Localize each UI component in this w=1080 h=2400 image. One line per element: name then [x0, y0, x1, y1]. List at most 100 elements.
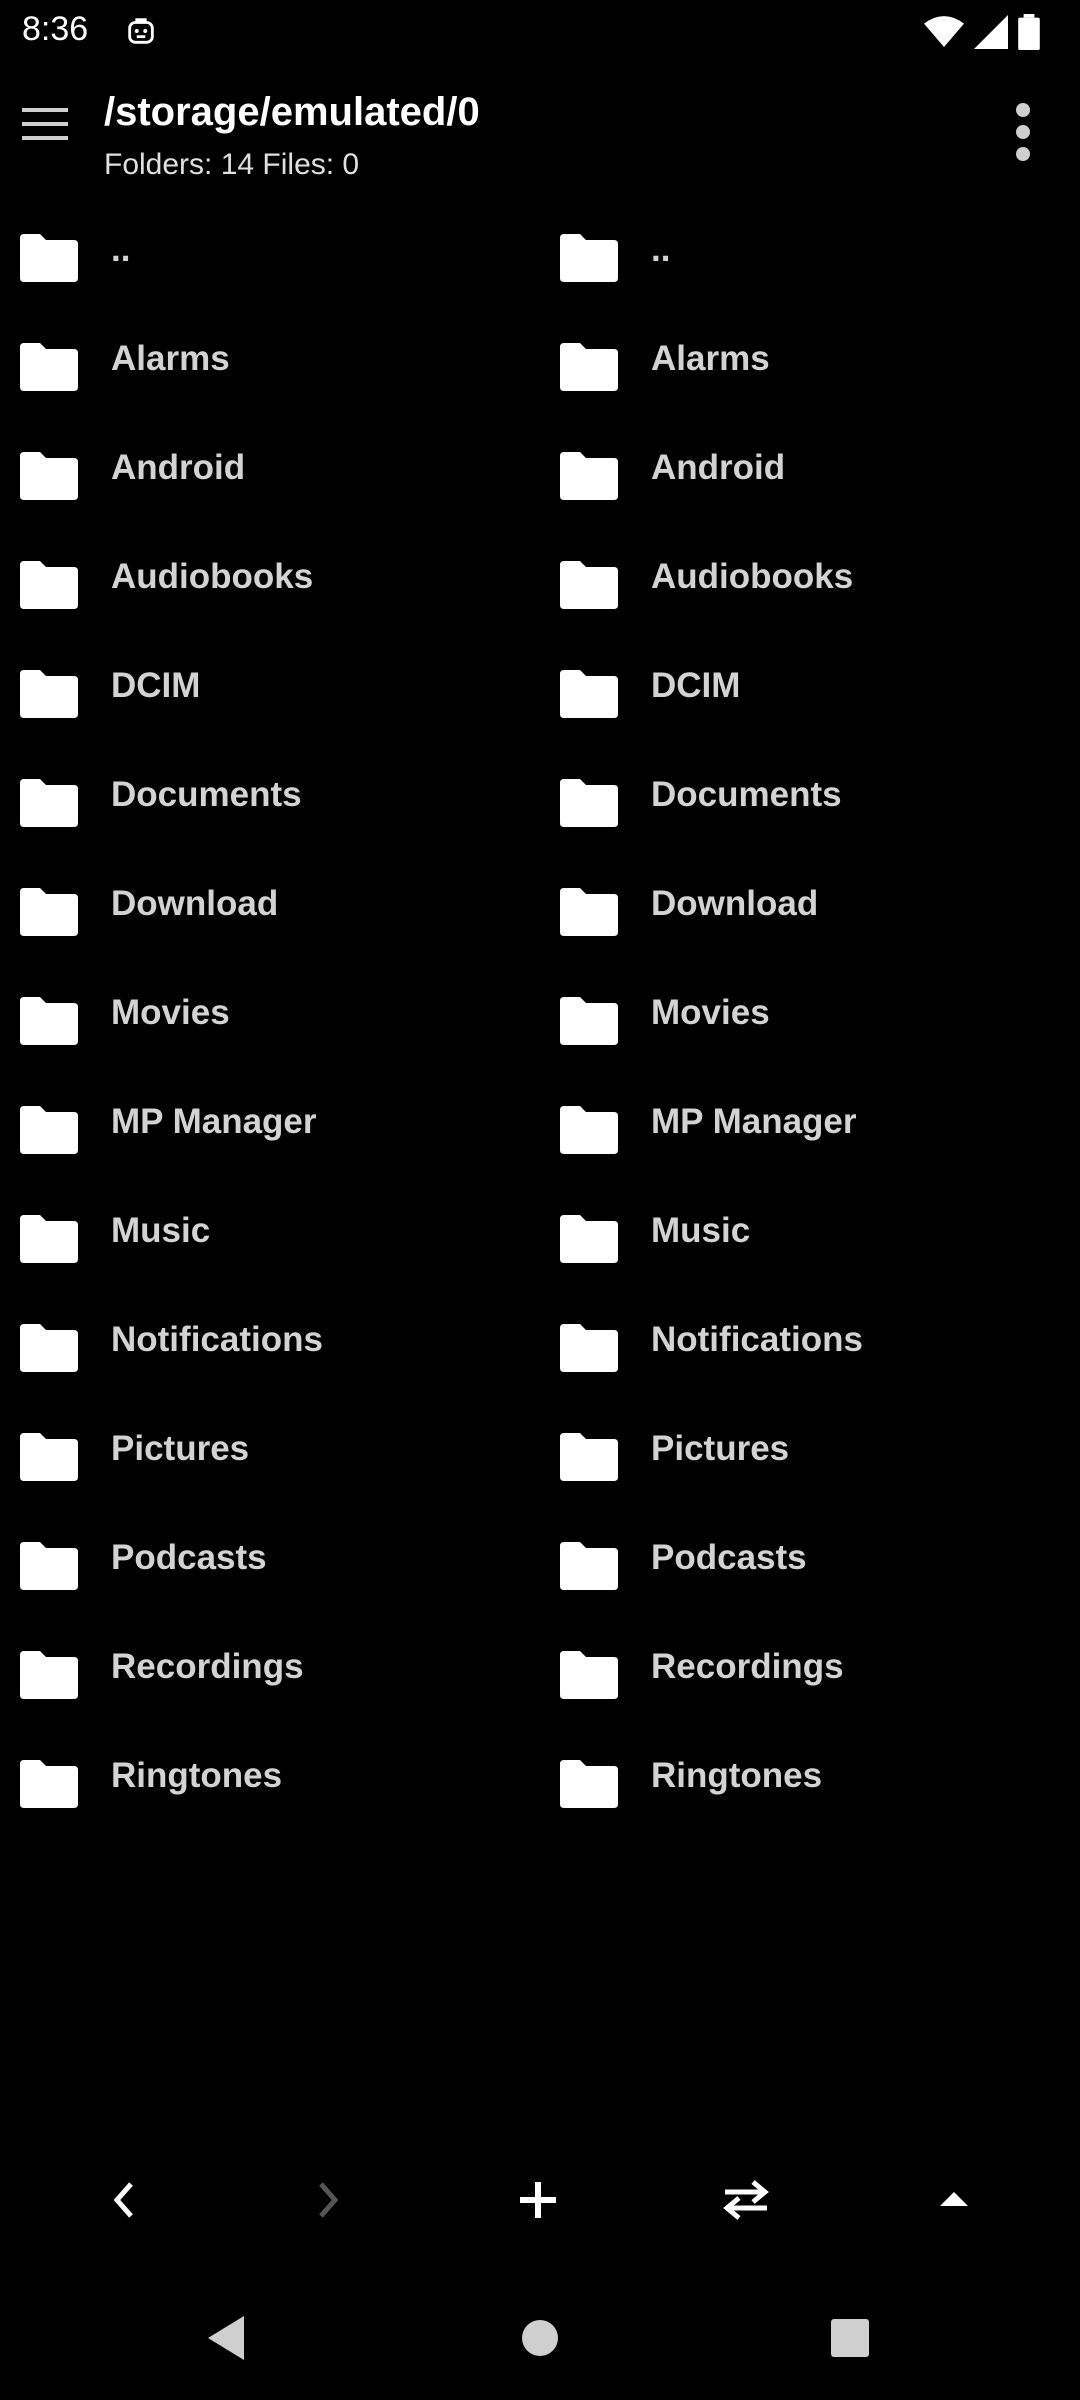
plus-icon	[520, 2182, 556, 2218]
folder-name: Ringtones	[651, 1756, 823, 1795]
folder-row[interactable]: Music	[540, 1199, 1080, 1308]
folder-name: DCIM	[111, 666, 201, 705]
nav-back-icon	[208, 2316, 244, 2360]
folder-row[interactable]: Ringtones	[0, 1744, 540, 1853]
folder-row[interactable]: Alarms	[0, 327, 540, 436]
notification-icon	[128, 18, 154, 44]
folder-row[interactable]: Download	[540, 872, 1080, 981]
folder-name: Audiobooks	[111, 557, 314, 596]
folder-name: Recordings	[651, 1647, 844, 1686]
folder-row[interactable]: Download	[0, 872, 540, 981]
folder-row[interactable]: Android	[0, 436, 540, 545]
nav-home-button[interactable]	[508, 2306, 572, 2370]
folder-icon	[20, 234, 78, 282]
folder-row[interactable]: Alarms	[540, 327, 1080, 436]
add-button[interactable]	[506, 2168, 570, 2232]
folder-row[interactable]: Android	[540, 436, 1080, 545]
folder-row[interactable]: Music	[0, 1199, 540, 1308]
folder-name: Pictures	[651, 1429, 790, 1468]
folder-row[interactable]: Pictures	[540, 1417, 1080, 1526]
folder-icon	[560, 888, 618, 936]
folder-name: Movies	[651, 993, 770, 1032]
signal-icon	[974, 15, 1008, 49]
folder-name: Notifications	[651, 1320, 863, 1359]
folder-row[interactable]: ..	[540, 218, 1080, 327]
folder-icon	[560, 1760, 618, 1808]
folder-row[interactable]: Documents	[540, 763, 1080, 872]
path-title: /storage/emulated/0	[104, 90, 480, 134]
folder-row[interactable]: DCIM	[540, 654, 1080, 763]
folder-row[interactable]: Recordings	[0, 1635, 540, 1744]
up-button[interactable]	[922, 2168, 986, 2232]
app-bar: /storage/emulated/0 Folders: 14 Files: 0	[0, 64, 1080, 214]
folder-name: ..	[651, 230, 671, 269]
folder-row[interactable]: Podcasts	[0, 1526, 540, 1635]
folder-icon	[20, 1324, 78, 1372]
folder-icon	[20, 670, 78, 718]
folder-icon	[20, 888, 78, 936]
folder-name: MP Manager	[651, 1102, 857, 1141]
folder-icon	[560, 779, 618, 827]
folder-row[interactable]: Notifications	[0, 1308, 540, 1417]
menu-button[interactable]	[20, 104, 86, 166]
folder-row[interactable]: ..	[0, 218, 540, 327]
folder-row[interactable]: MP Manager	[540, 1090, 1080, 1199]
folder-icon	[20, 561, 78, 609]
folder-name: Pictures	[111, 1429, 250, 1468]
forward-button[interactable]	[296, 2168, 360, 2232]
system-nav-bar	[0, 2280, 1080, 2400]
left-pane: .. Alarms Android Audiobooks DCIM Documents Do…	[0, 218, 540, 1853]
folder-name: Download	[111, 884, 279, 923]
folder-icon	[560, 234, 618, 282]
folder-row[interactable]: Movies	[0, 981, 540, 1090]
folder-name: Podcasts	[111, 1538, 267, 1577]
folder-name: DCIM	[651, 666, 741, 705]
bottom-toolbar	[0, 2150, 1080, 2250]
folder-row[interactable]: Pictures	[0, 1417, 540, 1526]
more-options-button[interactable]	[1008, 100, 1058, 170]
folder-name: Music	[651, 1211, 751, 1250]
swap-panes-button[interactable]	[714, 2168, 778, 2232]
folder-row[interactable]: Notifications	[540, 1308, 1080, 1417]
folder-icon	[560, 561, 618, 609]
folder-row[interactable]: Audiobooks	[0, 545, 540, 654]
folder-icon	[20, 1651, 78, 1699]
folder-icon	[560, 452, 618, 500]
folder-icon	[560, 343, 618, 391]
folder-row[interactable]: MP Manager	[0, 1090, 540, 1199]
triangle-up-icon	[940, 2192, 968, 2206]
folder-name: Ringtones	[111, 1756, 283, 1795]
folder-icon	[560, 1651, 618, 1699]
nav-recents-button[interactable]	[818, 2306, 882, 2370]
folder-row[interactable]: Recordings	[540, 1635, 1080, 1744]
back-button[interactable]	[92, 2168, 156, 2232]
folder-icon	[20, 1106, 78, 1154]
folder-name: Notifications	[111, 1320, 323, 1359]
folder-icon	[20, 997, 78, 1045]
more-vert-icon	[1016, 103, 1030, 161]
folder-file-count: Folders: 14 Files: 0	[104, 148, 360, 181]
folder-icon	[560, 1433, 618, 1481]
folder-row[interactable]: Documents	[0, 763, 540, 872]
folder-row[interactable]: Podcasts	[540, 1526, 1080, 1635]
hamburger-icon	[22, 108, 68, 140]
folder-row[interactable]: Movies	[540, 981, 1080, 1090]
folder-row[interactable]: DCIM	[0, 654, 540, 763]
wifi-icon	[924, 16, 964, 47]
folder-name: Documents	[651, 775, 842, 814]
folder-name: Android	[111, 448, 246, 487]
status-time: 8:36	[22, 10, 89, 48]
folder-icon	[20, 1760, 78, 1808]
nav-recents-icon	[831, 2319, 869, 2357]
nav-home-icon	[522, 2320, 558, 2356]
folder-icon	[20, 452, 78, 500]
folder-icon	[560, 1106, 618, 1154]
folder-row[interactable]: Audiobooks	[540, 545, 1080, 654]
nav-back-button[interactable]	[194, 2306, 258, 2370]
folder-icon	[560, 670, 618, 718]
folder-name: Alarms	[111, 339, 230, 378]
folder-name: Recordings	[111, 1647, 304, 1686]
folder-row[interactable]: Ringtones	[540, 1744, 1080, 1853]
folder-icon	[560, 997, 618, 1045]
folder-name: Audiobooks	[651, 557, 854, 596]
